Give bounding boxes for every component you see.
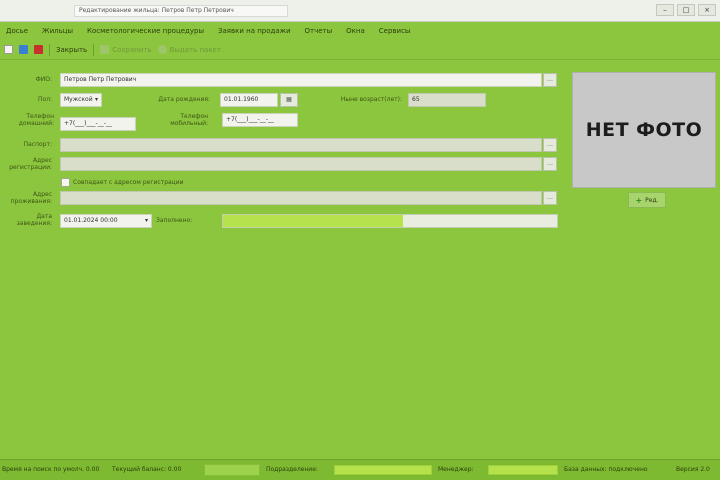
progress-label: Заполнено:	[156, 217, 193, 224]
title-bar: Редактирование жильца: Петров Петр Петро…	[0, 0, 720, 22]
menu-windows[interactable]: Окна	[346, 27, 365, 35]
birthdate-field[interactable]: 01.01.1960	[220, 93, 278, 107]
menu-dossier[interactable]: Досье	[6, 27, 28, 35]
address-label: Адрес регистрации:	[9, 157, 52, 171]
address-pick-button[interactable]: …	[543, 157, 557, 171]
status-search-text: Время на поиск по умолч. 0.00	[2, 466, 100, 473]
passport-pick-button[interactable]: …	[543, 138, 557, 152]
menu-services[interactable]: Сервисы	[379, 27, 411, 35]
menu-procedures[interactable]: Косметологические процедуры	[87, 27, 204, 35]
status-db: База данных: подключено	[564, 466, 648, 473]
passport-label: Паспорт:	[23, 141, 52, 148]
delete-icon[interactable]	[34, 45, 43, 54]
phone-mobile-field[interactable]: +7(___)___-__-__	[222, 113, 298, 127]
gender-value: Мужской	[64, 96, 93, 103]
address-field[interactable]	[60, 157, 542, 171]
add-photo-button[interactable]: + Ред.	[628, 192, 666, 208]
age-field: 65	[408, 93, 486, 107]
add-photo-label: Ред.	[645, 196, 659, 204]
fio-label: ФИО:	[35, 76, 52, 83]
chevron-down-icon: ▾	[144, 217, 148, 224]
status-balance: Текущий баланс: 0.00	[112, 466, 182, 473]
status-version: Версия 2.0	[676, 466, 710, 473]
address-live-label: Адрес проживания:	[10, 191, 52, 205]
same-address-checkbox[interactable]	[61, 178, 70, 187]
save-icon	[100, 45, 110, 54]
close-form-label: Закрыть	[56, 45, 88, 54]
menu-reports[interactable]: Отчеты	[305, 27, 333, 35]
minimize-button[interactable]: –	[656, 4, 674, 16]
no-photo-text: НЕТ ФОТО	[585, 119, 703, 141]
maximize-button[interactable]: □	[677, 4, 695, 16]
close-form-button[interactable]: Закрыть	[56, 46, 87, 54]
phone-home-field[interactable]: +7(___)___-__-__	[60, 117, 136, 131]
status-department-bar	[334, 465, 432, 475]
toolbar-separator	[93, 43, 95, 56]
save-button[interactable]: Сохранить	[100, 45, 152, 54]
progress-fill	[223, 215, 404, 227]
phone-home-label: Телефон домашний:	[18, 113, 54, 127]
edit-icon[interactable]	[19, 45, 28, 54]
issue-package-label: Выдать пакет	[169, 45, 221, 54]
plus-icon: +	[635, 195, 643, 205]
gender-label: Пол:	[37, 96, 52, 103]
date-label: Дата заведения:	[16, 213, 52, 227]
date-select[interactable]: 01.01.2024 00:00 ▾	[60, 214, 152, 228]
menu-residents[interactable]: Жильцы	[42, 27, 73, 35]
toolbar-separator	[49, 43, 50, 56]
package-icon	[157, 45, 167, 54]
status-department-label: Подразделение:	[266, 466, 318, 473]
gender-select[interactable]: Мужской ▾	[60, 93, 102, 107]
status-bar: Время на поиск по умолч. 0.00 Текущий ба…	[0, 459, 720, 480]
birthdate-label: Дата рождения:	[158, 96, 210, 103]
new-icon[interactable]	[4, 45, 13, 54]
fill-progress-bar	[222, 214, 558, 228]
chevron-down-icon: ▾	[94, 96, 98, 103]
phone-mobile-label: Телефон мобильный:	[170, 113, 208, 127]
menu-bar: Досье Жильцы Косметологические процедуры…	[0, 22, 720, 40]
window-controls: – □ ×	[656, 4, 716, 16]
address-live-pick-button[interactable]: …	[543, 191, 557, 205]
date-value: 01.01.2024 00:00	[64, 217, 118, 224]
age-label: Ныне возраст(лет):	[340, 96, 402, 103]
status-manager-bar	[488, 465, 558, 475]
toolbar: Закрыть Сохранить Выдать пакет	[0, 40, 720, 60]
status-manager-label: Менеджер:	[438, 466, 474, 473]
calendar-icon[interactable]: ▦	[280, 93, 298, 107]
photo-placeholder[interactable]: НЕТ ФОТО	[572, 72, 716, 188]
fio-pick-button[interactable]: …	[543, 73, 557, 87]
menu-sales[interactable]: Заявки на продажи	[218, 27, 291, 35]
same-address-label: Совпадает с адресом регистрации	[73, 179, 184, 186]
save-label: Сохранить	[112, 45, 152, 54]
issue-package-button[interactable]: Выдать пакет	[157, 45, 221, 54]
passport-field[interactable]	[60, 138, 542, 152]
fio-field[interactable]: Петров Петр Петрович	[60, 73, 542, 87]
close-button[interactable]: ×	[698, 4, 716, 16]
window-title: Редактирование жильца: Петров Петр Петро…	[74, 5, 288, 17]
status-balance-box	[204, 464, 260, 476]
address-live-field[interactable]	[60, 191, 542, 205]
